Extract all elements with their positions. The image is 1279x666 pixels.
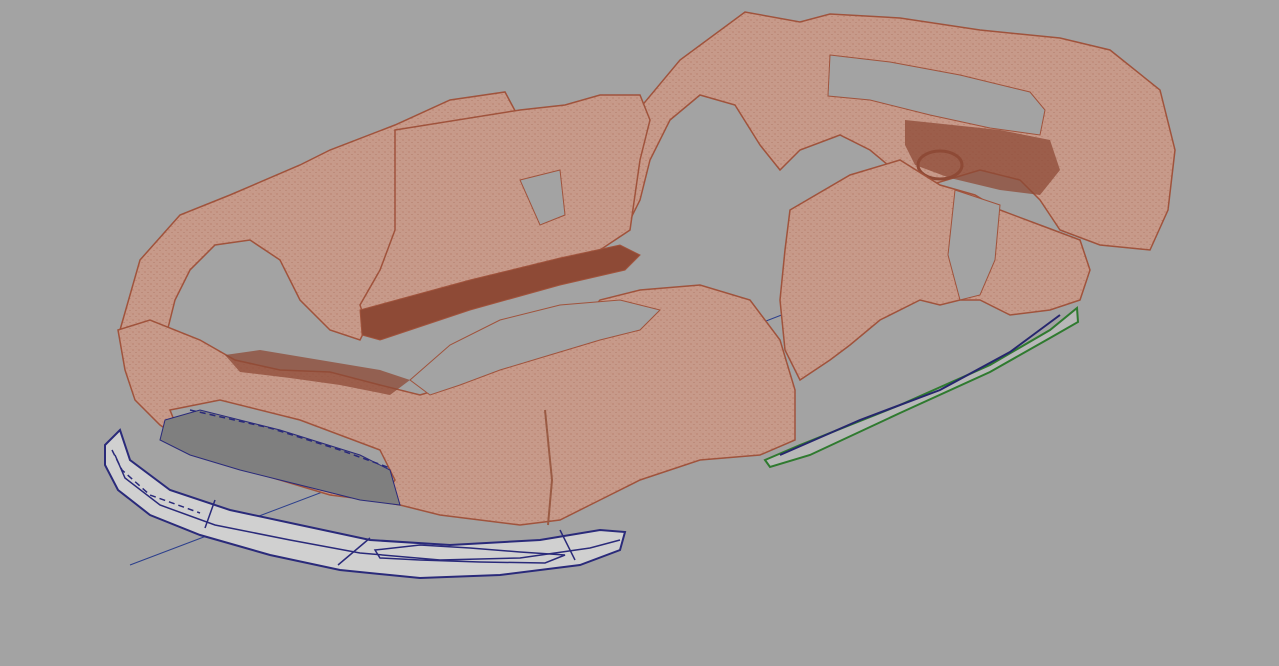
- scene-canvas[interactable]: [0, 0, 1279, 666]
- 3d-viewport[interactable]: [0, 0, 1279, 666]
